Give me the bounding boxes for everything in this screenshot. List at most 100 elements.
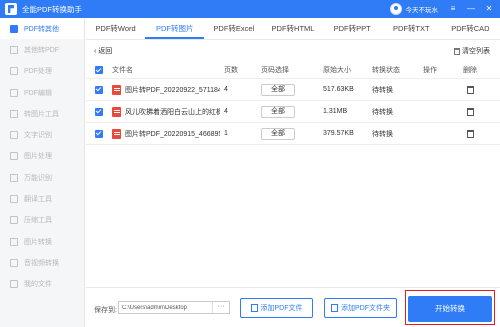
user-area[interactable]: 今天不玩水 — [389, 3, 439, 15]
checkbox-icon — [95, 129, 103, 138]
page-range-select[interactable]: 全部 — [261, 105, 295, 118]
delete-button[interactable] — [463, 101, 474, 122]
trash-icon — [467, 129, 474, 138]
clear-list-label: 清空列表 — [462, 48, 490, 55]
page-range-select[interactable]: 全部 — [261, 127, 295, 140]
avatar[interactable] — [389, 3, 402, 15]
sidebar-item-label: 音视频转换 — [24, 259, 59, 267]
page-count: 4 — [224, 86, 228, 93]
file-name-cell: 风儿吹拂着洒阳白云山上的红枫... — [112, 101, 220, 122]
list-toolbar: ‹ 返回 清空列表 — [86, 44, 500, 58]
sidebar-item-label: 压缩工具 — [24, 217, 52, 225]
col-pages: 页数 — [224, 67, 238, 74]
file-icon — [10, 45, 18, 54]
status-text: 待转换 — [372, 108, 393, 116]
clear-list-button[interactable]: 清空列表 — [454, 46, 490, 56]
sidebar-item-pdf-process[interactable]: PDF处理 — [0, 61, 84, 82]
text-icon — [10, 131, 18, 140]
edit-icon — [10, 88, 18, 97]
pdf-file-icon — [112, 84, 121, 95]
tab-pdf-to-cad[interactable]: PDF转CAD — [441, 18, 500, 39]
video-icon — [10, 258, 18, 267]
conversion-tabs: PDF转Word PDF转图片 PDF转Excel PDF转HTML PDF转P… — [86, 18, 500, 40]
sidebar-item-label: PDF处理 — [24, 68, 52, 76]
delete-button[interactable] — [463, 123, 474, 144]
sidebar-item-image-process[interactable]: 图片处理 — [0, 146, 84, 167]
sidebar-item-translate[interactable]: 翻译工具 — [0, 188, 84, 209]
title-bar: 全能PDF转换助手 今天不玩水 ≡ — ✕ — [0, 0, 500, 18]
sidebar-item-label: 我的文件 — [24, 281, 52, 289]
sidebar-item-pdf-to-other[interactable]: PDF转其他 — [0, 18, 84, 40]
minimize-icon[interactable]: — — [464, 2, 478, 16]
sidebar-item-label: 图片处理 — [24, 153, 52, 161]
back-button[interactable]: ‹ 返回 — [94, 46, 112, 56]
highlight-box — [405, 290, 495, 325]
sidebar-item-label: 转图片工具 — [24, 110, 59, 118]
checkbox-icon — [95, 66, 103, 74]
sidebar-item-my-files[interactable]: 我的文件 — [0, 274, 84, 295]
menu-icon[interactable]: ≡ — [446, 2, 460, 16]
sidebar-item-to-image[interactable]: 转图片工具 — [0, 103, 84, 124]
checkbox-icon — [95, 107, 103, 116]
tab-pdf-to-ppt[interactable]: PDF转PPT — [323, 18, 382, 39]
tab-pdf-to-txt[interactable]: PDF转TXT — [382, 18, 441, 39]
close-icon[interactable]: ✕ — [482, 2, 496, 16]
page-range-cell: 全部 — [261, 101, 295, 122]
add-pdf-file-button[interactable]: 添加PDF文件 — [240, 298, 313, 318]
trash-icon — [467, 107, 474, 116]
add-pdf-folder-label: 添加PDF文件夹 — [341, 305, 390, 312]
file-name: 图片转PDF_20220915_466895... — [125, 130, 220, 138]
sidebar-item-label: 图片转换 — [24, 238, 52, 246]
sidebar-item-other-to-pdf[interactable]: 其他转PDF — [0, 39, 84, 60]
trash-icon — [454, 47, 460, 55]
tab-pdf-to-word[interactable]: PDF转Word — [86, 18, 145, 39]
add-file-icon — [250, 304, 258, 312]
folder-icon — [10, 280, 18, 289]
page-range-cell: 全部 — [261, 123, 295, 144]
status-text: 待转换 — [372, 86, 393, 94]
row-checkbox[interactable] — [95, 101, 103, 122]
compress-icon — [10, 216, 18, 225]
select-all-checkbox[interactable] — [95, 62, 103, 78]
folder-icon — [331, 304, 338, 312]
image-icon — [10, 109, 18, 118]
pdf-file-icon — [112, 106, 121, 117]
sidebar-item-av-convert[interactable]: 音视频转换 — [0, 252, 84, 273]
image-convert-icon — [10, 237, 18, 246]
sidebar-item-compress[interactable]: 压缩工具 — [0, 210, 84, 231]
add-pdf-folder-button[interactable]: 添加PDF文件夹 — [324, 298, 397, 318]
browse-button[interactable]: ··· — [212, 302, 229, 313]
delete-button[interactable] — [463, 79, 474, 100]
table-header: 文件名 页数 页码选择 原始大小 转换状态 操作 删除 — [86, 62, 500, 79]
col-delete: 删除 — [463, 67, 477, 74]
col-status: 转换状态 — [372, 67, 400, 74]
row-checkbox[interactable] — [95, 79, 103, 100]
table-row[interactable]: 图片转PDF_20220922_571184... 4 全部 517.63KB … — [86, 79, 500, 101]
sidebar-item-label: 文字识别 — [24, 132, 52, 140]
row-checkbox[interactable] — [95, 123, 103, 144]
sidebar-item-universal-ocr[interactable]: 万能识别 — [0, 167, 84, 188]
col-filename: 文件名 — [112, 67, 133, 74]
username[interactable]: 今天不玩水 — [406, 4, 439, 14]
pdf-convert-icon — [10, 24, 18, 33]
scan-icon — [10, 173, 18, 182]
col-size: 原始大小 — [323, 67, 351, 74]
sidebar-item-label: PDF转其他 — [24, 25, 59, 33]
table-row[interactable]: 风儿吹拂着洒阳白云山上的红枫... 4 全部 1.31MB 待转换 — [86, 101, 500, 123]
col-action: 操作 — [423, 67, 437, 74]
table-row[interactable]: 图片转PDF_20220915_466895... 1 全部 379.57KB … — [86, 123, 500, 145]
file-name: 图片转PDF_20220922_571184... — [125, 86, 220, 94]
picture-icon — [10, 152, 18, 161]
sidebar-item-pdf-edit[interactable]: PDF编辑 — [0, 82, 84, 103]
page-range-select[interactable]: 全部 — [261, 83, 295, 96]
tab-pdf-to-html[interactable]: PDF转HTML — [263, 18, 322, 39]
app-logo-icon — [5, 3, 17, 15]
sidebar-item-image-convert[interactable]: 图片转换 — [0, 231, 84, 252]
tab-pdf-to-image[interactable]: PDF转图片 — [145, 18, 205, 39]
sidebar-item-ocr[interactable]: 文字识别 — [0, 124, 84, 145]
sidebar-item-label: 万能识别 — [24, 174, 52, 182]
file-name-cell: 图片转PDF_20220922_571184... — [112, 79, 220, 100]
page-count: 4 — [224, 108, 228, 115]
back-label: 返回 — [98, 48, 113, 55]
tab-pdf-to-excel[interactable]: PDF转Excel — [204, 18, 263, 39]
